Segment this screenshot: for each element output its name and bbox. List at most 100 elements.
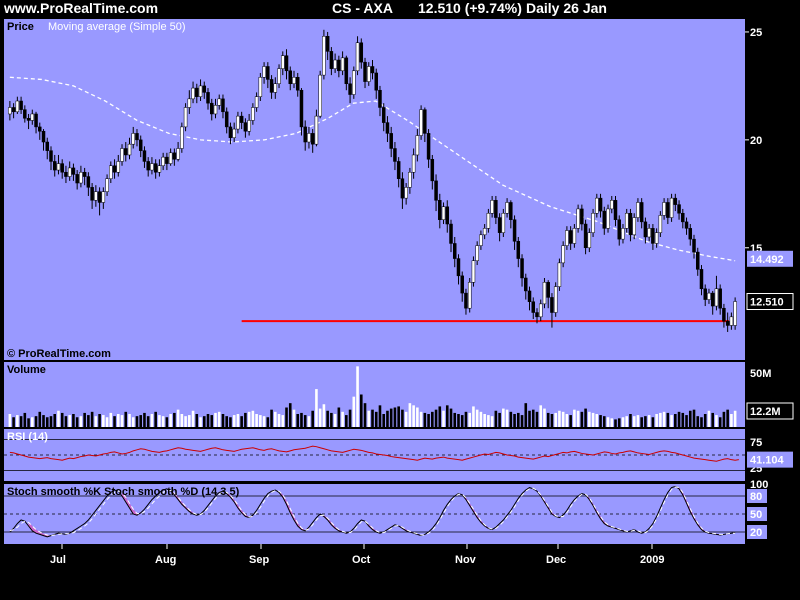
volume-bar xyxy=(217,411,221,427)
volume-bar xyxy=(296,414,300,427)
volume-panel-title: Volume xyxy=(7,364,46,376)
volume-bar xyxy=(225,416,228,427)
volume-bar xyxy=(524,403,528,427)
volume-bar xyxy=(483,414,486,427)
candle-body xyxy=(127,143,132,156)
candle-body xyxy=(56,163,61,171)
candle-body xyxy=(527,290,532,302)
volume-bar xyxy=(173,412,176,427)
volume-bar xyxy=(393,407,397,427)
candle-body xyxy=(624,212,629,229)
volume-bar xyxy=(520,415,524,427)
volume-bar xyxy=(733,410,737,427)
candle-body xyxy=(355,42,360,72)
volume-bar xyxy=(116,414,120,427)
volume-bar xyxy=(659,412,662,427)
volume-bar xyxy=(632,416,636,427)
volume-bar xyxy=(139,415,143,427)
candle-body xyxy=(595,197,599,214)
volume-bar xyxy=(475,409,479,427)
volume-bar xyxy=(124,411,128,427)
volume-bar xyxy=(528,410,531,427)
candle-body xyxy=(243,122,248,132)
volume-bar xyxy=(90,411,94,427)
candle-body xyxy=(381,107,386,123)
volume-bar xyxy=(341,411,344,427)
candle-body xyxy=(109,165,113,179)
volume-bar xyxy=(464,411,468,427)
volume-bar xyxy=(449,408,453,427)
volume-bar xyxy=(374,411,378,427)
candle-body xyxy=(467,282,472,309)
candle-body xyxy=(101,191,106,203)
candle-body xyxy=(688,228,693,240)
volume-bar xyxy=(535,411,539,427)
volume-bar xyxy=(57,410,60,427)
volume-bar xyxy=(154,411,157,427)
candle-body xyxy=(576,208,580,229)
candle-body xyxy=(725,320,730,326)
price-last-value: 12.510 xyxy=(750,297,784,309)
candle-body xyxy=(490,200,494,214)
rsi-tick-75: 75 xyxy=(750,437,762,449)
candle-body xyxy=(591,212,595,233)
candle-body xyxy=(497,217,502,233)
volume-bar xyxy=(23,412,27,427)
volume-bar xyxy=(202,416,206,427)
candle-body xyxy=(456,258,461,277)
volume-bar xyxy=(120,415,124,427)
candle-body xyxy=(393,148,397,162)
ma-indicator-label: Moving average (Simple 50) xyxy=(48,21,186,33)
candle-body xyxy=(116,161,121,173)
volume-bar xyxy=(367,410,371,427)
candle-body xyxy=(516,241,521,259)
volume-bar xyxy=(715,415,718,427)
volume-bar xyxy=(143,412,146,427)
candle-body xyxy=(11,107,16,113)
candle-body xyxy=(195,87,199,97)
candle-body xyxy=(52,161,57,171)
volume-bar xyxy=(345,415,348,427)
volume-bar xyxy=(412,405,415,427)
candle-body xyxy=(722,307,726,322)
candle-body xyxy=(546,282,550,298)
volume-bar xyxy=(12,417,15,427)
volume-bar xyxy=(188,415,191,427)
candle-body xyxy=(621,228,625,240)
candle-body xyxy=(161,156,165,167)
volume-bar xyxy=(60,412,64,427)
candle-body xyxy=(647,228,651,238)
volume-bar xyxy=(543,408,546,427)
volume-bar xyxy=(602,416,606,427)
volume-bar xyxy=(16,415,19,427)
candle-body xyxy=(333,59,337,69)
candle-body xyxy=(224,111,229,128)
candle-body xyxy=(157,165,162,173)
candle-body xyxy=(165,156,169,164)
candle-body xyxy=(423,109,427,134)
volume-bar xyxy=(72,414,75,427)
volume-bar xyxy=(195,414,199,427)
watermark: © ProRealTime.com xyxy=(7,348,111,360)
candle-body xyxy=(352,70,356,95)
x-tick-label-aug: Aug xyxy=(155,554,176,566)
candle-body xyxy=(198,85,203,97)
candle-body xyxy=(434,180,438,201)
volume-bar xyxy=(206,414,210,427)
candle-body xyxy=(183,107,188,128)
volume-bar xyxy=(460,415,464,427)
candle-body xyxy=(64,171,68,177)
volume-bar xyxy=(502,408,505,427)
candle-body xyxy=(71,167,76,175)
candle-body xyxy=(677,204,681,214)
volume-bar xyxy=(75,417,79,427)
volume-bar xyxy=(87,415,90,427)
candle-body xyxy=(430,159,435,182)
candle-body xyxy=(90,187,94,201)
volume-bar xyxy=(259,415,262,427)
volume-bar xyxy=(617,418,621,427)
candle-body xyxy=(733,301,737,326)
volume-bar xyxy=(442,410,445,427)
volume-bar xyxy=(644,416,647,427)
candle-body xyxy=(512,219,517,242)
